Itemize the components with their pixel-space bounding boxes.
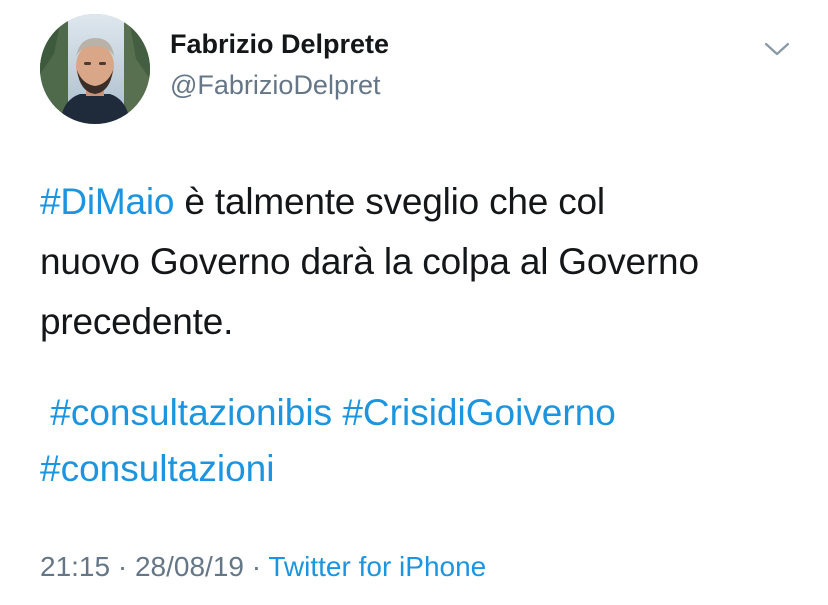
avatar[interactable] (40, 14, 150, 124)
chevron-down-icon[interactable] (762, 38, 792, 60)
tweet-time: 21:15 (40, 551, 111, 582)
hashtag-line: #consultazioni (40, 441, 810, 497)
author-name[interactable]: Fabrizio Delprete (170, 29, 389, 60)
meta-separator: · (110, 551, 135, 582)
author-handle[interactable]: @FabrizioDelpret (170, 70, 380, 101)
hashtag-link[interactable]: #CrisidiGoiverno (342, 392, 616, 433)
meta-separator: · (243, 551, 269, 582)
tweet-text-line: precedente. (40, 301, 234, 342)
tweet-meta: 21:15 · 28/08/19 · Twitter for iPhone (40, 551, 486, 583)
hashtag-link[interactable]: #consultazioni (40, 448, 274, 489)
tweet-hashtags: #consultazionibis #CrisidiGoiverno #cons… (40, 385, 810, 497)
tweet-text-fragment: è talmente sveglio che col (174, 181, 605, 222)
hashtag-line: #consultazionibis #CrisidiGoiverno (40, 385, 810, 441)
tweet-text-line: #DiMaio è talmente sveglio che col (40, 172, 810, 232)
tweet-text-line: nuovo Governo darà la colpa al Governo (40, 241, 699, 282)
hashtag-link[interactable]: #consultazionibis (50, 392, 332, 433)
tweet-date: 28/08/19 (134, 551, 244, 582)
tweet-text: #DiMaio è talmente sveglio che col nuovo… (40, 172, 810, 352)
tweet-source-link[interactable]: Twitter for iPhone (268, 551, 486, 582)
tweet-card: Fabrizio Delprete @FabrizioDelpret #DiMa… (0, 0, 828, 605)
hashtag-link[interactable]: #DiMaio (40, 181, 175, 222)
avatar-photo (40, 14, 150, 124)
